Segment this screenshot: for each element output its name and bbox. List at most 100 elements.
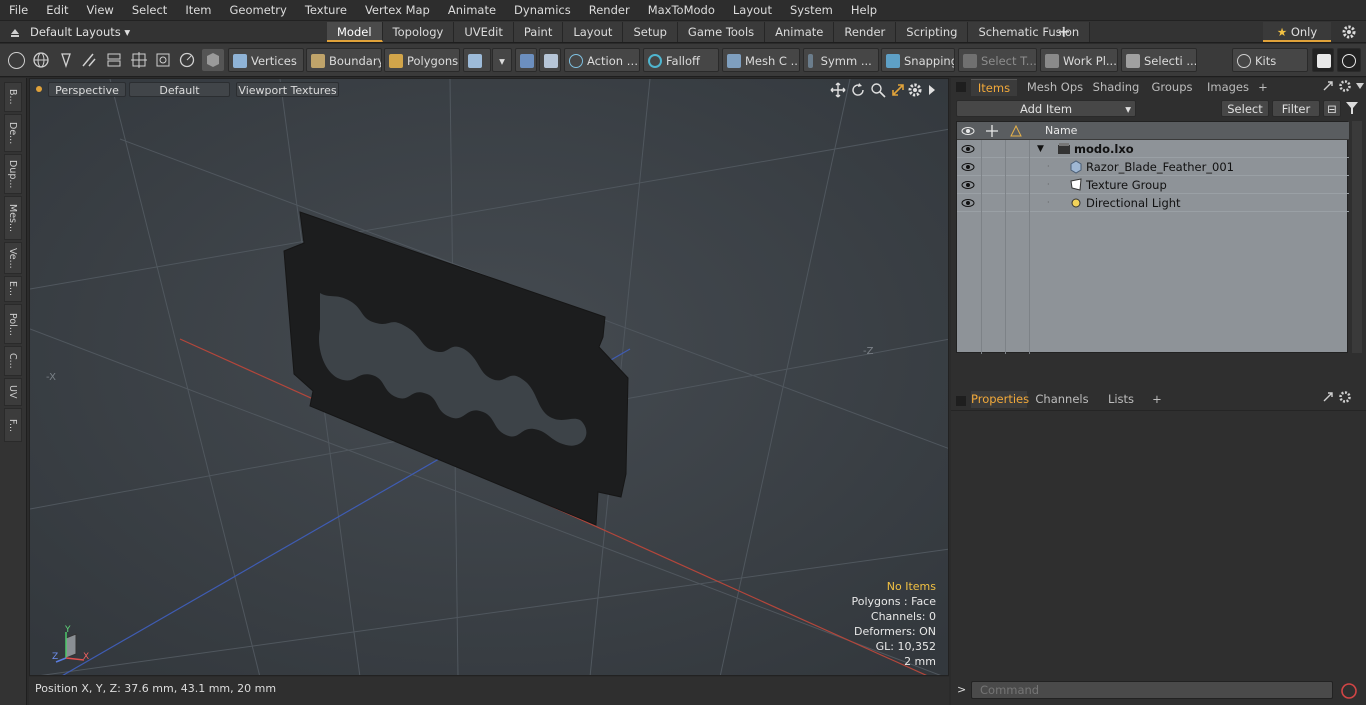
layout-dropdown[interactable]: Default Layouts ▾ bbox=[30, 21, 130, 43]
tab-uvedit[interactable]: UVEdit bbox=[454, 22, 514, 42]
boundary-button[interactable]: Boundary bbox=[306, 48, 382, 72]
tab-schematic-fusion[interactable]: Schematic Fusion bbox=[968, 22, 1091, 42]
left-tab-2[interactable]: Dup... bbox=[4, 154, 22, 194]
tab-setup[interactable]: Setup bbox=[623, 22, 678, 42]
filter-button[interactable]: Filter bbox=[1272, 100, 1320, 117]
visibility-column-icon[interactable] bbox=[961, 124, 975, 138]
menu-item-vertex-map[interactable]: Vertex Map bbox=[356, 0, 439, 21]
expand-panel-icon[interactable] bbox=[1322, 391, 1334, 403]
move-grid-icon[interactable] bbox=[130, 51, 148, 69]
tab-scripting[interactable]: Scripting bbox=[896, 22, 969, 42]
add-tab-icon[interactable]: + bbox=[1256, 79, 1270, 96]
tab-channels[interactable]: Channels bbox=[1033, 391, 1091, 408]
collapse-button[interactable]: ⊟ bbox=[1323, 100, 1341, 117]
tree-row[interactable]: ▼ modo.lxo bbox=[957, 140, 1349, 158]
tab-items[interactable]: Items bbox=[971, 79, 1017, 96]
falloff-button[interactable]: Falloff bbox=[643, 48, 719, 72]
render-column-icon[interactable] bbox=[1009, 124, 1023, 138]
menu-item-maxtomodo[interactable]: MaxToModo bbox=[639, 0, 724, 21]
snapping-button[interactable]: Snapping bbox=[881, 48, 955, 72]
left-tab-7[interactable]: C... bbox=[4, 346, 22, 376]
left-tab-6[interactable]: Pol... bbox=[4, 304, 22, 344]
menu-item-texture[interactable]: Texture bbox=[296, 0, 356, 21]
lock-column-icon[interactable] bbox=[985, 124, 999, 138]
polygons-button[interactable]: Polygons bbox=[384, 48, 460, 72]
menu-item-view[interactable]: View bbox=[78, 0, 123, 21]
tab-images[interactable]: Images bbox=[1203, 79, 1253, 96]
tab-mesh-ops[interactable]: Mesh Ops bbox=[1023, 79, 1087, 96]
tab-layout[interactable]: Layout bbox=[563, 22, 624, 42]
perspective-button[interactable]: Perspective bbox=[48, 82, 126, 97]
solid-shade-icon[interactable] bbox=[202, 49, 224, 71]
3d-viewport[interactable]: Perspective Default Viewport Textures -Z… bbox=[29, 78, 949, 676]
record-icon[interactable] bbox=[1340, 682, 1358, 700]
menu-item-geometry[interactable]: Geometry bbox=[221, 0, 296, 21]
menu-item-layout[interactable]: Layout bbox=[724, 0, 781, 21]
items-scrollbar[interactable] bbox=[1352, 121, 1362, 353]
tree-row[interactable]: · Texture Group bbox=[957, 176, 1349, 194]
menu-item-file[interactable]: File bbox=[0, 0, 37, 21]
maximize-icon[interactable] bbox=[890, 82, 906, 98]
viewport-gear-icon[interactable] bbox=[907, 82, 923, 98]
mode-dropdown-button[interactable]: ▾ bbox=[492, 48, 512, 72]
left-tab-5[interactable]: E... bbox=[4, 276, 22, 302]
props-gear-icon[interactable] bbox=[1338, 390, 1352, 404]
tab-animate[interactable]: Animate bbox=[765, 22, 835, 42]
timer-icon[interactable] bbox=[178, 51, 196, 69]
zoom-icon[interactable] bbox=[870, 82, 886, 98]
panel-gear-icon[interactable] bbox=[1338, 79, 1352, 93]
brush-icon[interactable] bbox=[80, 51, 98, 69]
layout-expand-icon[interactable] bbox=[8, 25, 22, 39]
tab-game-tools[interactable]: Game Tools bbox=[677, 22, 766, 42]
add-item-button[interactable]: Add Item ▾ bbox=[956, 100, 1136, 117]
shield-alt-button[interactable] bbox=[539, 48, 561, 72]
kits-button[interactable]: Kits bbox=[1232, 48, 1308, 72]
only-toggle[interactable]: ★ Only bbox=[1263, 22, 1331, 42]
viewport-textures-button[interactable]: Viewport Textures bbox=[236, 82, 339, 97]
left-tab-8[interactable]: UV bbox=[4, 378, 22, 406]
menu-item-dynamics[interactable]: Dynamics bbox=[505, 0, 580, 21]
mesh-constraints-button[interactable]: Mesh C ... bbox=[722, 48, 800, 72]
menu-item-animate[interactable]: Animate bbox=[439, 0, 505, 21]
panel-extra-icon[interactable] bbox=[1355, 81, 1365, 91]
selection-sets-button[interactable]: Selecti ... bbox=[1121, 48, 1197, 72]
menu-item-item[interactable]: Item bbox=[176, 0, 220, 21]
visibility-eye-icon[interactable] bbox=[961, 160, 975, 174]
viewport-dot-icon[interactable] bbox=[36, 86, 42, 92]
action-button[interactable]: Action … bbox=[564, 48, 640, 72]
select-button[interactable]: Select bbox=[1221, 100, 1269, 117]
left-tab-3[interactable]: Mes... bbox=[4, 196, 22, 240]
funnel-icon[interactable] bbox=[1345, 101, 1359, 115]
add-tab-icon[interactable]: + bbox=[1057, 22, 1071, 42]
menu-item-help[interactable]: Help bbox=[842, 0, 886, 21]
globe-icon[interactable] bbox=[32, 51, 50, 69]
left-tab-4[interactable]: Ve... bbox=[4, 242, 22, 274]
symmetry-button[interactable]: Symm ... bbox=[803, 48, 879, 72]
panel-menu-icon[interactable] bbox=[956, 82, 966, 92]
tab-properties[interactable]: Properties bbox=[971, 391, 1029, 408]
menu-item-select[interactable]: Select bbox=[123, 0, 176, 21]
tab-topology[interactable]: Topology bbox=[382, 22, 455, 42]
tab-groups[interactable]: Groups bbox=[1147, 79, 1197, 96]
left-tab-0[interactable]: B... bbox=[4, 82, 22, 112]
unity-button[interactable] bbox=[1312, 48, 1334, 72]
tab-render[interactable]: Render bbox=[834, 22, 897, 42]
visibility-eye-icon[interactable] bbox=[961, 142, 975, 156]
rotate-icon[interactable] bbox=[850, 82, 866, 98]
shield-button[interactable] bbox=[515, 48, 537, 72]
tab-lists[interactable]: Lists bbox=[1096, 391, 1146, 408]
props-menu-icon[interactable] bbox=[956, 396, 966, 406]
menu-item-render[interactable]: Render bbox=[580, 0, 639, 21]
visibility-eye-icon[interactable] bbox=[961, 196, 975, 210]
add-tab-icon[interactable]: + bbox=[1150, 391, 1164, 408]
menu-item-system[interactable]: System bbox=[781, 0, 842, 21]
visibility-eye-icon[interactable] bbox=[961, 178, 975, 192]
align-icon[interactable] bbox=[105, 51, 123, 69]
unreal-button[interactable] bbox=[1337, 48, 1361, 72]
left-tab-9[interactable]: F... bbox=[4, 408, 22, 442]
pan-icon[interactable] bbox=[830, 82, 846, 98]
select-through-button[interactable]: Select T... bbox=[958, 48, 1037, 72]
work-plane-button[interactable]: Work Pl... bbox=[1040, 48, 1118, 72]
tab-model[interactable]: Model bbox=[327, 22, 383, 42]
tab-shading[interactable]: Shading bbox=[1091, 79, 1141, 96]
